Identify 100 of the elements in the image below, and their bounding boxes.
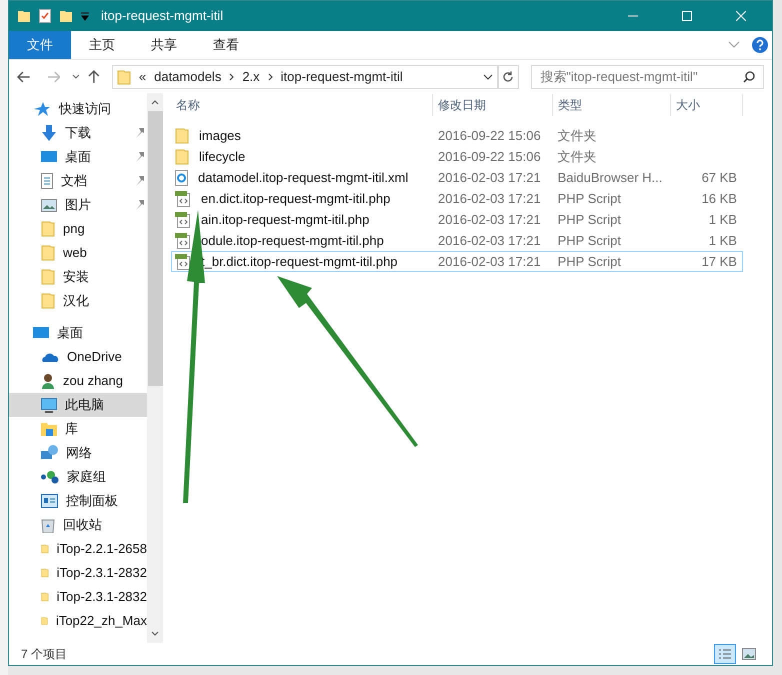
chevron-down-icon[interactable] (72, 74, 80, 80)
sidebar-label: 网络 (66, 444, 92, 462)
sidebar-item[interactable]: 汉化 (9, 289, 147, 313)
search-field[interactable]: 搜索"itop-request-mgmt-itil" (531, 64, 764, 88)
folder-icon (175, 148, 189, 164)
overflow-chevron[interactable]: « (138, 66, 146, 86)
folder-icon (41, 221, 55, 237)
script-file-icon (175, 254, 191, 270)
sidebar-label: 下载 (65, 124, 91, 142)
date-cell: 2016-02-03 17:21 (438, 232, 541, 248)
folder-icon (41, 245, 55, 261)
sidebar-item[interactable]: 下载 (9, 121, 147, 145)
file-row[interactable]: en.dict.itop-request-mgmt-itil.php 2016-02-03 17:21 PHP Script 16 KB (171, 188, 743, 209)
checklist-icon[interactable] (39, 9, 51, 23)
date-cell: 2016-09-22 15:06 (438, 128, 541, 142)
pin-icon[interactable] (135, 128, 145, 138)
file-row[interactable]: datamodel.itop-request-mgmt-itil.xml 2016-02-03 17:21 BaiduBrowser H... 67 KB (171, 167, 743, 188)
sidebar-label: OneDrive (67, 348, 122, 366)
homegroup-icon (41, 470, 59, 484)
sidebar-item[interactable]: 库 (9, 417, 147, 441)
ribbon-tab[interactable]: 文件 (9, 31, 71, 59)
file-name: en.dict.itop-request-mgmt-itil.php (201, 190, 390, 208)
folder-icon[interactable] (59, 9, 73, 23)
column-header[interactable]: 修改日期 (433, 94, 553, 116)
sidebar-item[interactable]: 网络 (9, 441, 147, 465)
sidebar-item[interactable]: 图片 (9, 193, 147, 217)
script-file-icon (175, 232, 191, 248)
chevron-down-icon[interactable] (482, 74, 493, 80)
list-icon (717, 647, 733, 661)
file-row[interactable]: ain.itop-request-mgmt-itil.php 2016-02-03 17:21 PHP Script 1 KB (171, 209, 743, 230)
sidebar-item[interactable]: 此电脑 (9, 393, 147, 417)
file-row[interactable]: t_br.dict.itop-request-mgmt-itil.php 2016-02-03 17:21 PHP Script 17 KB (171, 251, 743, 272)
folder-icon (175, 128, 189, 144)
pin-icon[interactable] (135, 152, 145, 162)
scrollbar-thumb[interactable] (148, 111, 162, 386)
ribbon-tab[interactable]: 共享 (133, 31, 195, 59)
ribbon-tab[interactable]: 主页 (71, 31, 133, 59)
column-header[interactable]: 名称 (171, 94, 433, 116)
file-row[interactable]: odule.itop-request-mgmt-itil.php 2016-02-03 17:21 PHP Script 1 KB (171, 230, 743, 251)
back-arrow-icon[interactable] (17, 70, 31, 82)
picture-icon (41, 198, 57, 212)
refresh-icon (502, 70, 514, 82)
dropdown-icon[interactable] (81, 11, 89, 21)
chevron-up-icon[interactable] (151, 99, 159, 105)
sidebar-item[interactable]: iTop-2.3.1-2832 (9, 561, 147, 585)
script-file-icon (175, 212, 191, 228)
chevron-right-icon[interactable] (268, 72, 273, 80)
type-cell: PHP Script (558, 212, 621, 226)
breadcrumb-item[interactable]: datamodels (154, 66, 222, 86)
column-header[interactable]: 类型 (553, 94, 671, 116)
sidebar-label: 桌面 (65, 148, 91, 166)
sidebar-label: 汉化 (63, 292, 89, 310)
date-cell: 2016-02-03 17:21 (438, 212, 541, 226)
ribbon-tab[interactable]: 查看 (195, 31, 257, 59)
sidebar-item[interactable]: 家庭组 (9, 465, 147, 489)
details-view-button[interactable] (714, 644, 736, 664)
pin-icon[interactable] (135, 176, 145, 186)
file-row[interactable]: lifecycle 2016-09-22 15:06 文件夹 (171, 146, 743, 167)
size-cell-text: 1 KB (708, 232, 737, 250)
type-cell: PHP Script (558, 190, 621, 206)
type-cell: 文件夹 (558, 128, 597, 142)
pin-icon[interactable] (135, 200, 145, 210)
sidebar-item[interactable]: iTop-2.3.1-2832 (9, 585, 147, 609)
date-cell: 2016-09-22 15:06 (438, 148, 541, 164)
refresh-button[interactable] (498, 64, 520, 88)
picture-icon (741, 647, 757, 661)
sidebar-label: 文档 (61, 172, 87, 190)
chevron-right-icon[interactable] (229, 72, 234, 80)
help-icon[interactable] (752, 37, 768, 53)
sidebar-item[interactable]: 桌面 (9, 145, 147, 169)
sidebar-item[interactable]: 快速访问 (9, 97, 147, 121)
sidebar-item[interactable]: OneDrive (9, 345, 147, 369)
sidebar-item[interactable]: 桌面 (9, 321, 147, 345)
breadcrumb-item[interactable]: itop-request-mgmt-itil (280, 66, 403, 86)
column-header[interactable]: 大小 (671, 94, 743, 116)
sidebar-item[interactable]: 回收站 (9, 513, 147, 537)
folder-icon[interactable] (17, 9, 31, 23)
sidebar-item[interactable]: iTop22_zh_Max (9, 609, 147, 633)
scrollbar[interactable] (147, 93, 163, 643)
maximize-icon (682, 11, 692, 21)
sidebar-item[interactable]: 文档 (9, 169, 147, 193)
sidebar-item[interactable]: 控制面板 (9, 489, 147, 513)
folder-icon (116, 68, 131, 84)
file-row[interactable]: images 2016-09-22 15:06 文件夹 (171, 125, 743, 146)
browser-file-icon (175, 170, 188, 186)
sidebar-item[interactable]: png (9, 217, 147, 241)
sidebar-label: png (63, 220, 85, 238)
folder-icon (41, 293, 55, 309)
sidebar-item[interactable]: zou zhang (9, 369, 147, 393)
sidebar-item[interactable]: iTop-2.2.1-2658 (9, 537, 147, 561)
file-name: ain.itop-request-mgmt-itil.php (201, 210, 370, 229)
sidebar-label: 图片 (65, 196, 91, 214)
breadcrumb-item[interactable]: 2.x (242, 66, 260, 86)
sidebar-label: 桌面 (57, 324, 83, 342)
address-bar[interactable]: « datamodels 2.x itop-request-mgmt-itil (112, 64, 498, 88)
sidebar-item[interactable]: web (9, 241, 147, 265)
sidebar-item[interactable]: 安装 (9, 265, 147, 289)
chevron-down-icon[interactable] (151, 631, 159, 637)
up-arrow-icon[interactable] (88, 70, 100, 84)
monitor-icon (41, 398, 57, 412)
